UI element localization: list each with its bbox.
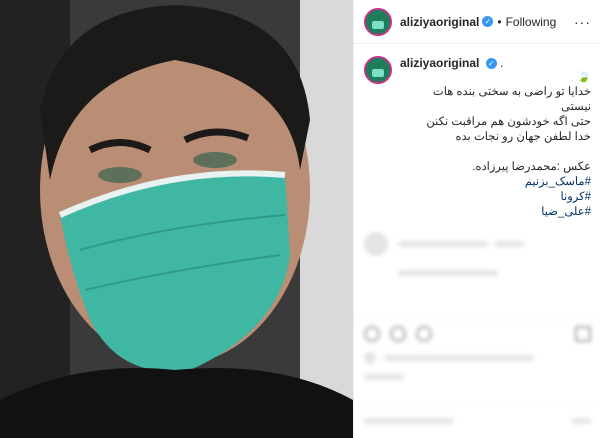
- likes-row: [364, 352, 534, 380]
- caption-text: 🍃 خدایا تو راضی به سختی بنده هات نیستی ح…: [400, 70, 591, 220]
- comment-icon[interactable]: [390, 326, 406, 342]
- hashtag-link[interactable]: #ماسک_بزنیم: [400, 175, 591, 190]
- hashtag-link[interactable]: #علی_ضیا: [400, 205, 591, 220]
- caption-username[interactable]: aliziyaoriginal: [400, 56, 479, 70]
- bookmark-icon[interactable]: [575, 326, 591, 342]
- photo-credit: عکس :محمدرضا پیرزاده.: [472, 161, 591, 173]
- caption-suffix: .: [500, 56, 504, 70]
- caption: aliziyaoriginal ✓ . 🍃 خدایا تو راضی به س…: [354, 44, 600, 232]
- verified-badge-icon: ✓: [485, 58, 497, 70]
- leaf-emoji: 🍃: [576, 71, 591, 83]
- caption-line: حتی اگه خودشون هم مراقبت نکنن: [426, 116, 591, 128]
- caption-line: خدا لطفن جهان رو نجات بده: [455, 131, 591, 143]
- hashtag-link[interactable]: #کرونا: [400, 190, 591, 205]
- username-link[interactable]: aliziyaoriginal: [400, 15, 479, 29]
- ellipsis-icon[interactable]: ···: [574, 14, 591, 30]
- post-details-panel: aliziyaoriginal ✓ • Following ··· aliziy…: [353, 0, 600, 438]
- avatar[interactable]: [364, 7, 392, 36]
- following-button[interactable]: Following: [506, 15, 557, 29]
- post-photo[interactable]: [0, 0, 353, 438]
- blurred-comments: [354, 232, 600, 276]
- caption-avatar[interactable]: [364, 56, 392, 84]
- caption-line: خدایا تو راضی به سختی بنده هات نیستی: [432, 86, 591, 113]
- verified-badge-icon: ✓: [482, 16, 494, 27]
- man-with-face-mask-image: [0, 0, 353, 438]
- action-bar: [354, 318, 600, 349]
- heart-icon[interactable]: [364, 326, 380, 342]
- separator: •: [497, 14, 502, 29]
- add-comment-bar[interactable]: [354, 403, 600, 438]
- share-icon[interactable]: [416, 326, 432, 342]
- post-header: aliziyaoriginal ✓ • Following ···: [354, 0, 600, 44]
